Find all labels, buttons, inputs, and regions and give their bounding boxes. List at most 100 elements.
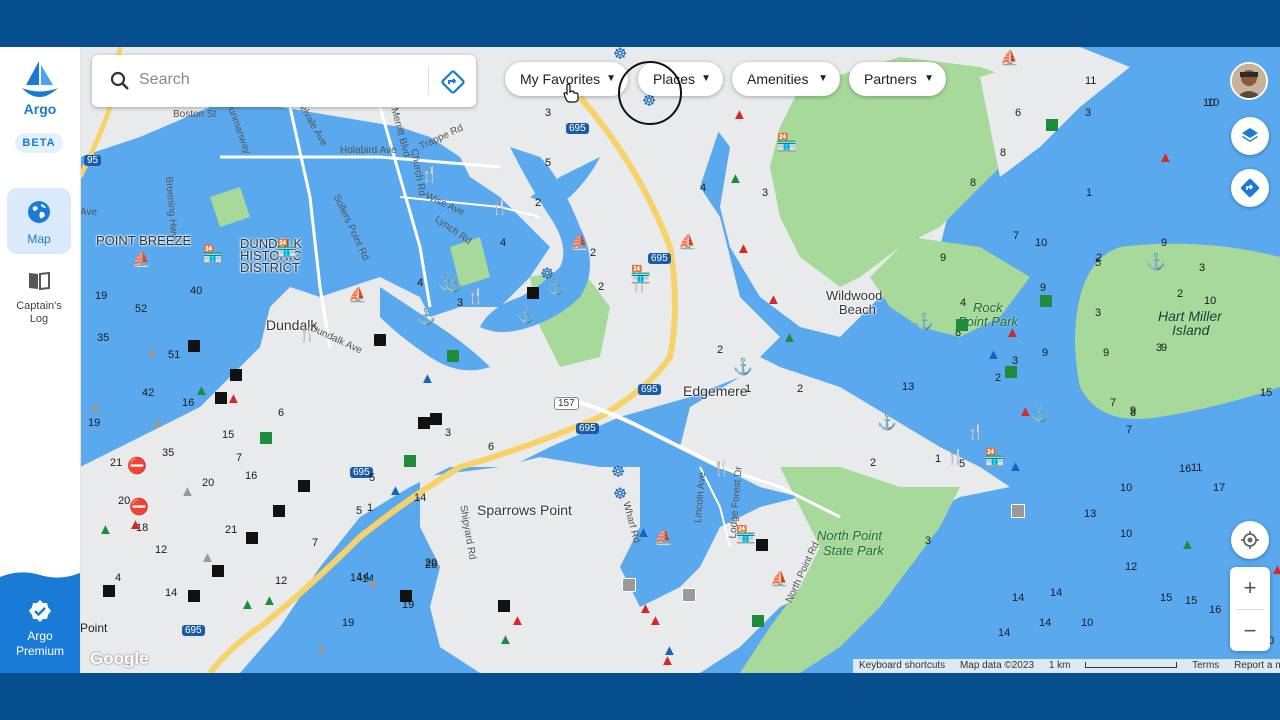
green-buoy-icon[interactable]: ▲: [782, 330, 797, 345]
gray-buoy-icon[interactable]: ▲: [314, 641, 329, 656]
fuel-dock-icon[interactable]: [212, 565, 224, 577]
route-planner-button[interactable]: [1231, 169, 1269, 207]
marina-green-square-icon[interactable]: [260, 432, 272, 444]
store-icon[interactable]: 🏪: [276, 240, 297, 257]
fuel-dock-icon[interactable]: [756, 539, 768, 551]
gray-buoy-icon[interactable]: ▲: [180, 484, 195, 499]
green-buoy-icon[interactable]: ▲: [1180, 537, 1195, 552]
marina-sailboat-icon[interactable]: ⛵: [1000, 51, 1019, 66]
fuel-dock-icon[interactable]: [273, 505, 285, 517]
nav-map[interactable]: Map: [7, 188, 71, 254]
restaurant-icon[interactable]: 🍴: [298, 327, 317, 342]
marina-green-square-icon[interactable]: [752, 615, 764, 627]
fuel-dock-icon[interactable]: [188, 340, 200, 352]
fuel-dock-icon[interactable]: [400, 590, 412, 602]
anchorage-icon[interactable]: ⚓: [416, 310, 436, 326]
store-icon[interactable]: 🏪: [630, 266, 651, 283]
marina-sailboat-icon[interactable]: ▲: [388, 483, 403, 498]
green-buoy-icon[interactable]: ▲: [498, 632, 513, 647]
restaurant-icon[interactable]: 🍴: [466, 289, 485, 304]
red-buoy-icon[interactable]: ▲: [648, 613, 663, 628]
anchorage-icon[interactable]: ⚓: [733, 360, 753, 376]
green-buoy-icon[interactable]: ▲: [240, 597, 255, 612]
green-buoy-icon[interactable]: ▲: [262, 593, 277, 608]
fuel-dock-icon[interactable]: [374, 334, 386, 346]
ships-wheel-icon[interactable]: ☸: [613, 47, 627, 63]
green-buoy-icon[interactable]: ▲: [98, 522, 113, 537]
keyboard-shortcuts-link[interactable]: Keyboard shortcuts: [859, 660, 945, 671]
restaurant-icon[interactable]: 🍴: [490, 200, 509, 215]
red-buoy-icon[interactable]: ▲: [1270, 562, 1280, 577]
marina-sailboat-icon[interactable]: ⛵: [348, 288, 367, 303]
marina-sailboat-icon[interactable]: ▲: [636, 525, 651, 540]
red-buoy-icon[interactable]: ▲: [510, 613, 525, 628]
red-buoy-icon[interactable]: ▲: [1158, 150, 1173, 165]
store-icon[interactable]: 🏪: [735, 526, 756, 543]
zoom-in-button[interactable]: +: [1230, 567, 1270, 609]
green-buoy-icon[interactable]: ▲: [728, 171, 743, 186]
restaurant-icon[interactable]: 🍴: [420, 167, 439, 182]
marina-sailboat-icon[interactable]: ▲: [1008, 459, 1023, 474]
marina-green-square-icon[interactable]: [404, 455, 416, 467]
marina-green-square-icon[interactable]: [1046, 119, 1058, 131]
anchorage-icon[interactable]: ⚓: [516, 308, 536, 324]
fuel-dock-icon[interactable]: [246, 532, 258, 544]
marina-green-square-icon[interactable]: [447, 350, 459, 362]
marina-sailboat-icon[interactable]: ⛵: [654, 530, 673, 545]
restaurant-icon[interactable]: 🍴: [946, 450, 965, 465]
fuel-dock-icon[interactable]: [498, 600, 510, 612]
red-buoy-icon[interactable]: ▲: [128, 517, 143, 532]
filter-amenities[interactable]: Amenities ▼: [732, 62, 840, 96]
directions-icon[interactable]: [441, 70, 465, 94]
nav-captains-log[interactable]: Captain's Log: [7, 271, 71, 331]
marina-green-square-icon[interactable]: [1005, 366, 1017, 378]
red-buoy-icon[interactable]: ▲: [766, 292, 781, 307]
gray-square-marker-icon[interactable]: [1011, 504, 1025, 518]
ships-wheel-icon[interactable]: ☸: [611, 465, 625, 481]
report-map-error-link[interactable]: Report a map error: [1234, 660, 1280, 671]
marina-sailboat-icon[interactable]: ⛵: [132, 252, 151, 267]
fuel-dock-icon[interactable]: [298, 480, 310, 492]
restaurant-icon[interactable]: 🍴: [712, 461, 731, 476]
gray-buoy-icon[interactable]: ▲: [144, 345, 159, 360]
zoom-out-button[interactable]: −: [1230, 610, 1270, 652]
red-buoy-icon[interactable]: ▲: [1005, 325, 1020, 340]
fuel-dock-icon[interactable]: [418, 417, 430, 429]
red-buoy-icon[interactable]: ▲: [1018, 404, 1033, 419]
terms-link[interactable]: Terms: [1192, 660, 1219, 671]
no-entry-icon[interactable]: ⛔: [129, 500, 149, 516]
marina-sailboat-icon[interactable]: ▲: [986, 347, 1001, 362]
argo-premium-button[interactable]: Argo Premium: [0, 567, 80, 673]
gray-buoy-icon[interactable]: ▲: [150, 415, 165, 430]
user-avatar[interactable]: [1230, 62, 1268, 100]
store-icon[interactable]: 🏪: [984, 449, 1005, 466]
anchorage-icon[interactable]: ⚓: [1030, 407, 1050, 423]
fuel-dock-icon[interactable]: [527, 287, 539, 299]
locate-me-button[interactable]: [1231, 521, 1269, 559]
marina-green-square-icon[interactable]: [956, 319, 968, 331]
gray-buoy-icon[interactable]: ▲: [88, 400, 103, 415]
fuel-dock-icon[interactable]: [215, 392, 227, 404]
store-icon[interactable]: 🏪: [776, 134, 797, 151]
store-icon[interactable]: 🏪: [202, 246, 223, 263]
fuel-dock-icon[interactable]: [103, 585, 115, 597]
anchorage-icon[interactable]: ⚓: [877, 415, 897, 431]
red-buoy-icon[interactable]: ▲: [226, 391, 241, 406]
anchorage-icon[interactable]: ⚓: [1146, 255, 1166, 271]
red-buoy-icon[interactable]: ▲: [732, 107, 747, 122]
layers-button[interactable]: [1231, 117, 1269, 155]
filter-partners[interactable]: Partners ▼: [849, 62, 946, 96]
ships-wheel-icon[interactable]: ☸: [613, 487, 627, 503]
gray-square-marker-icon[interactable]: [682, 588, 696, 602]
red-buoy-icon[interactable]: ▲: [660, 653, 675, 668]
gray-buoy-icon[interactable]: ▲: [200, 550, 215, 565]
fuel-dock-icon[interactable]: [430, 413, 442, 425]
marina-sailboat-icon[interactable]: ▲: [420, 371, 435, 386]
nautical-map[interactable]: POINT BREEZE DUNDALK HISTORIC DISTRICT D…: [80, 47, 1280, 673]
anchorage-icon[interactable]: ⚓: [914, 315, 934, 331]
gray-buoy-icon[interactable]: ▲: [366, 575, 381, 590]
anchorage-icon[interactable]: ⚓: [443, 277, 463, 293]
marina-sailboat-icon[interactable]: ⛵: [770, 572, 789, 587]
ships-wheel-icon[interactable]: ☸: [540, 267, 554, 283]
restaurant-icon[interactable]: 🍴: [966, 425, 985, 440]
